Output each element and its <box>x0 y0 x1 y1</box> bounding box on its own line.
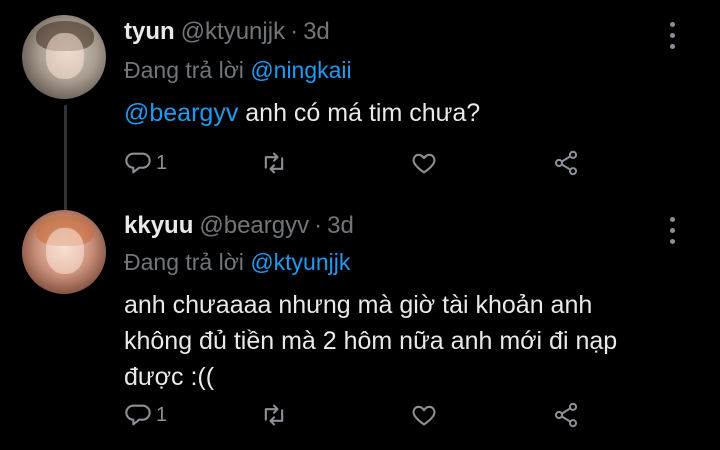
retweet-icon <box>264 152 284 174</box>
display-name[interactable]: tyun <box>124 18 175 45</box>
heart-icon <box>412 405 436 426</box>
reply-button[interactable]: 1 <box>124 400 167 430</box>
reply-context: Đang trả lời @ningkaii <box>124 55 352 85</box>
share-button[interactable] <box>552 400 580 430</box>
tweet-header: kkyuu @beargyv · 3d <box>124 211 354 241</box>
avatar-face <box>46 33 84 79</box>
retweet-icon <box>264 404 284 426</box>
reply-icon <box>125 404 151 426</box>
avatar[interactable] <box>22 15 106 99</box>
separator-dot: · <box>290 18 299 45</box>
tweet[interactable]: kkyuu @beargyv · 3d Đang trả lời @ktyunjjk … <box>0 205 720 450</box>
reply-to-link[interactable]: @ningkaii <box>250 57 351 83</box>
tweet-text-line: anh chưaaaa nhưng mà giờ tài khoản anh <box>124 291 593 319</box>
separator-dot: · <box>314 212 323 239</box>
reply-context: Đang trả lời @ktyunjjk <box>124 247 350 277</box>
user-handle[interactable]: @beargyv <box>199 212 309 239</box>
retweet-button[interactable] <box>260 148 288 178</box>
share-icon <box>554 402 578 428</box>
reply-prefix: Đang trả lời <box>124 249 244 275</box>
reply-prefix: Đang trả lời <box>124 57 244 83</box>
more-options-icon[interactable] <box>670 22 676 49</box>
like-button[interactable] <box>410 400 438 430</box>
avatar[interactable] <box>22 210 106 294</box>
heart-icon <box>412 153 436 174</box>
tweet[interactable]: tyun @ktyunjjk · 3d Đang trả lời @ningkaii … <box>0 0 720 205</box>
action-bar: 1 <box>124 400 584 430</box>
share-button[interactable] <box>552 148 580 178</box>
mention-link[interactable]: @beargyv <box>124 99 238 127</box>
reply-to-link[interactable]: @ktyunjjk <box>250 249 350 275</box>
more-options-icon[interactable] <box>670 217 676 244</box>
reply-count: 1 <box>156 151 168 174</box>
user-handle[interactable]: @ktyunjjk <box>181 18 285 45</box>
tweet-text-content: anh có má tim chưa? <box>238 99 481 127</box>
display-name[interactable]: kkyuu <box>124 212 193 239</box>
timestamp[interactable]: 3d <box>303 18 330 45</box>
action-bar: 1 <box>124 148 584 178</box>
reply-button[interactable]: 1 <box>124 148 167 178</box>
tweet-text-line: không đủ tiền mà 2 hôm nữa anh mới đi nạ… <box>124 327 618 355</box>
avatar-face <box>46 228 84 274</box>
reply-count: 1 <box>156 403 168 426</box>
reply-icon <box>125 152 151 174</box>
tweet-text: anh chưaaaa nhưng mà giờ tài khoản anh k… <box>124 287 694 395</box>
tweet-header: tyun @ktyunjjk · 3d <box>124 17 330 47</box>
retweet-button[interactable] <box>260 400 288 430</box>
tweet-text: @beargyv anh có má tim chưa? <box>124 95 694 131</box>
tweet-text-line: được :(( <box>124 363 215 391</box>
like-button[interactable] <box>410 148 438 178</box>
share-icon <box>554 150 578 176</box>
timestamp[interactable]: 3d <box>327 212 354 239</box>
